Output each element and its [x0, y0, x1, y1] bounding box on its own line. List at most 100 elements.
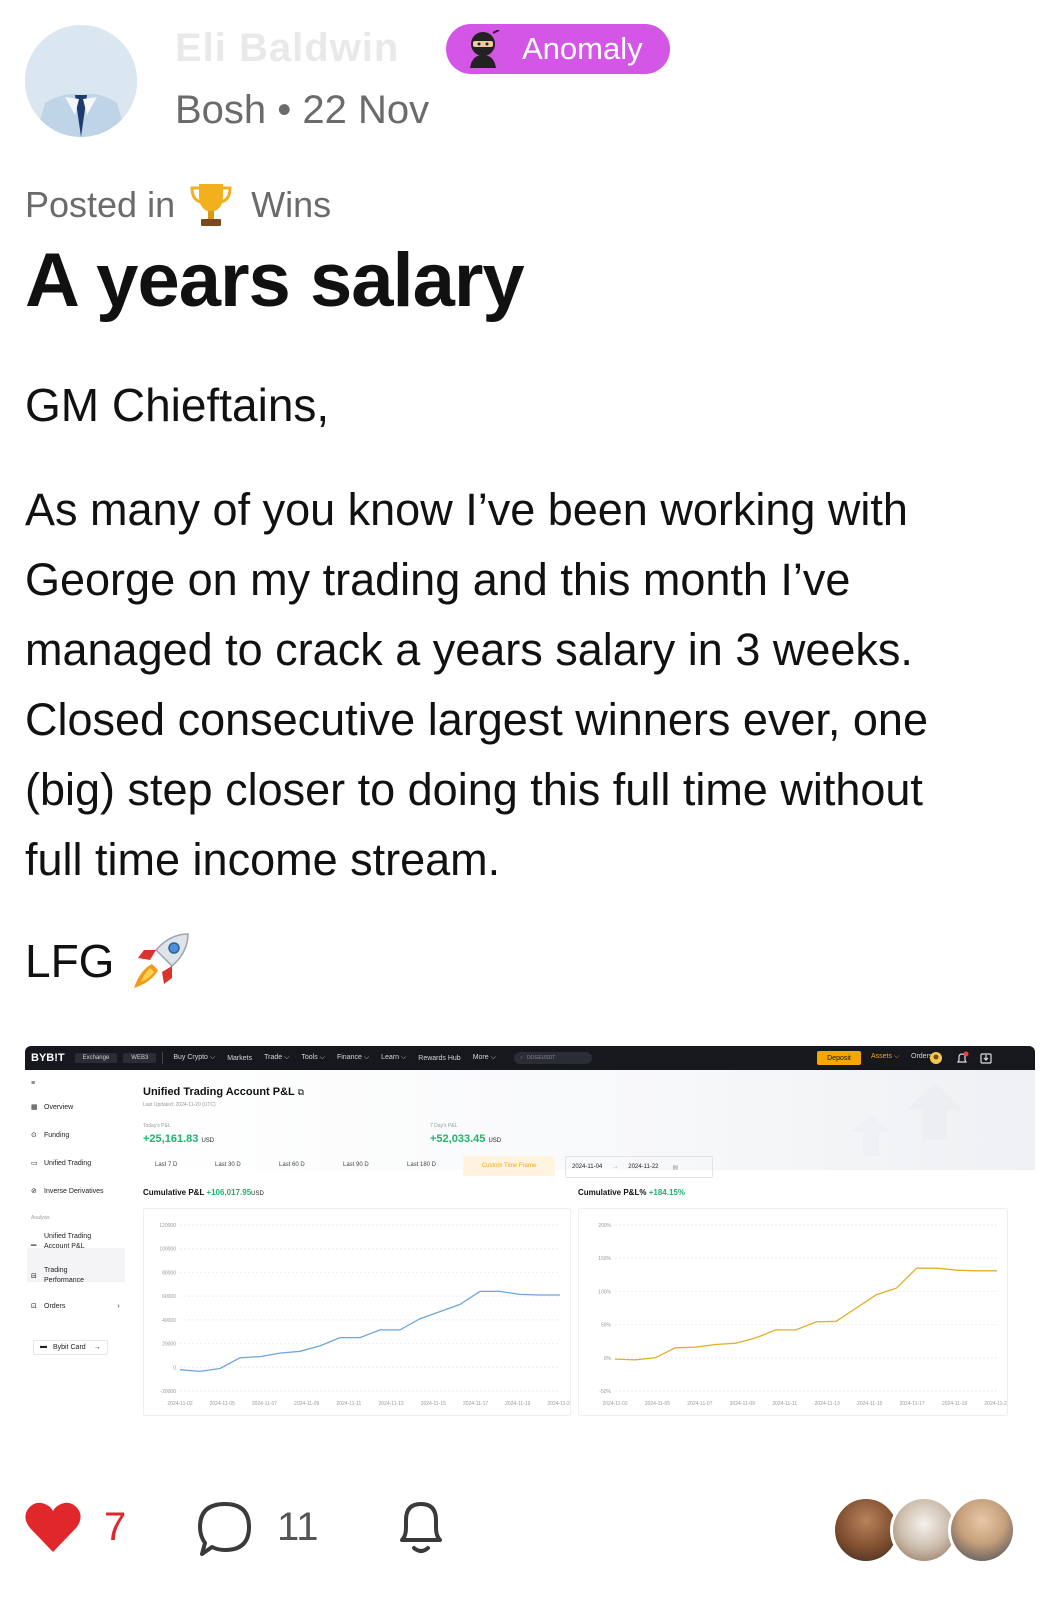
rocket-icon: [134, 933, 190, 988]
ninja-icon: [470, 30, 500, 68]
menu-icon: ≡: [31, 1080, 36, 1087]
y-tick-label: 0: [173, 1365, 176, 1371]
cum-pnl-title: Cumulative P&L: [143, 1188, 205, 1197]
body-line: Closed consecutive largest winners ever,…: [25, 694, 928, 745]
sign-off: LFG: [25, 930, 192, 992]
x-tick-label: 2024-11-17: [463, 1401, 488, 1407]
x-tick-label: 2024-11-17: [900, 1401, 925, 1407]
post-title: A years salary: [25, 238, 525, 323]
body-line: As many of you know I’ve been working wi…: [25, 484, 908, 535]
bybit-sidebar: ≡ ▦ Overview ⊙ Funding ▭ Unified Trading ⊘ I…: [25, 1070, 129, 1464]
date-from: 2024-11-04: [572, 1164, 603, 1170]
x-tick-label: 2024-11-15: [421, 1401, 446, 1407]
x-tick-label: 2024-11-07: [687, 1401, 712, 1407]
nav-segment: Exchange: [74, 1053, 118, 1063]
currency-label: USD: [201, 1138, 215, 1144]
seven-day-pnl-label: 7 Day's P&L: [430, 1123, 458, 1129]
author-name[interactable]: Eli Baldwin: [175, 26, 399, 71]
sidebar-label: Orders: [44, 1303, 66, 1310]
nav-item: More ⌵: [472, 1054, 496, 1061]
author-avatar[interactable]: [25, 25, 137, 137]
nav-item: Learn ⌵: [381, 1054, 407, 1061]
y-tick-label: 60000: [162, 1294, 176, 1300]
comment-icon[interactable]: [196, 1500, 254, 1558]
sidebar-item-trading-performance: ⊟ Trading Performance: [31, 1266, 84, 1286]
y-tick-label: 80000: [162, 1270, 176, 1276]
sidebar-label: Performance: [44, 1277, 85, 1284]
sidebar-label: Unified Trading: [44, 1233, 92, 1240]
chevron-right-icon: ›: [117, 1303, 120, 1310]
page-title-text: Unified Trading Account P&L: [143, 1086, 295, 1098]
x-tick-label: 2024-11-02: [167, 1401, 192, 1407]
sidebar-item-card: ▬ Bybit Card →: [33, 1340, 108, 1355]
category-label[interactable]: Wins: [251, 184, 331, 226]
x-tick-label: 2024-11-21: [547, 1401, 570, 1407]
trophy-icon: [190, 184, 232, 226]
bybit-logo: BYB!T: [31, 1052, 65, 1064]
nav-item: Rewards Hub: [418, 1054, 461, 1062]
decorative-arrows: [851, 1082, 963, 1156]
y-tick-label: 50%: [601, 1323, 612, 1329]
x-tick-label: 2024-11-09: [730, 1401, 755, 1407]
cum-pnl-value: +106,017.95: [206, 1188, 252, 1197]
sidebar-item-unified: ▭ Unified Trading: [31, 1159, 91, 1168]
todays-pnl-number: +25,161.83: [143, 1133, 199, 1145]
deposit-button: Deposit: [817, 1051, 861, 1065]
y-tick-label: 200%: [598, 1223, 611, 1229]
search-placeholder: DOGEUSDT: [526, 1055, 556, 1061]
post-body: As many of you know I’ve been working wi…: [25, 475, 1035, 895]
currency-label: USD: [251, 1191, 264, 1197]
cumulative-pnl-chart: 120000 100000 80000 60000 40000 20000 0 -20000 2…: [143, 1208, 571, 1416]
sidebar-label: Inverse Derivatives: [44, 1188, 104, 1195]
x-tick-label: 2024-11-19: [505, 1401, 530, 1407]
seven-day-pnl-number: +52,033.45: [430, 1133, 486, 1145]
orders-icon: ⊡: [31, 1303, 37, 1310]
cum-pct-title: Cumulative P&L%: [578, 1188, 647, 1197]
seven-day-pnl-value: +52,033.45 USD: [430, 1133, 501, 1145]
bell-icon[interactable]: [394, 1496, 448, 1558]
card-icon: ▬: [40, 1343, 47, 1350]
sidebar-item-account-pnl: ▁ Unified Trading Account P&L: [31, 1232, 91, 1252]
posted-in-label: Posted in: [25, 184, 176, 225]
comment-count[interactable]: 11: [277, 1505, 319, 1550]
sidebar-label: Funding: [44, 1132, 70, 1139]
like-count[interactable]: 7: [104, 1505, 126, 1550]
link-icon: ⊘: [31, 1188, 37, 1195]
participant-avatar[interactable]: [948, 1496, 1016, 1564]
pnl-header: [129, 1070, 1035, 1170]
post-greeting: GM Chieftains,: [25, 379, 330, 431]
y-tick-label: 100000: [159, 1247, 176, 1253]
nav-item: Markets: [227, 1054, 253, 1062]
tab-last-30d: Last 30 D: [215, 1162, 241, 1168]
todays-pnl-value: +25,161.83 USD: [143, 1133, 214, 1145]
category-line: Posted in Wins: [25, 182, 331, 228]
grid-icon: ▦: [31, 1104, 38, 1111]
nav-item: Finance ⌵: [336, 1054, 370, 1061]
x-tick-label: 2024-11-13: [379, 1401, 404, 1407]
account-pnl-title: Unified Trading Account P&L ⧉: [143, 1086, 304, 1098]
download-icon: [980, 1053, 992, 1064]
x-tick-label: 2024-11-05: [210, 1401, 235, 1407]
cumulative-pnl-label: Cumulative P&L +106,017.95USD: [143, 1188, 264, 1197]
sidebar-label: Trading: [44, 1267, 68, 1274]
body-line: managed to crack a years salary in 3 wee…: [25, 624, 913, 675]
sidebar-section-analysis: Analysis: [31, 1215, 50, 1221]
x-tick-label: 2024-11-07: [252, 1401, 277, 1407]
calendar-icon: ▤: [672, 1164, 679, 1171]
series-line: [614, 1267, 997, 1361]
x-tick-label: 2024-11-11: [336, 1401, 361, 1407]
x-tick-label: 2024-11-15: [857, 1401, 882, 1407]
tab-last-180d: Last 180 D: [407, 1162, 437, 1168]
heart-icon[interactable]: [24, 1500, 82, 1554]
sidebar-item-overview: ▦ Overview: [31, 1103, 73, 1112]
y-tick-label: 40000: [162, 1318, 176, 1324]
date-range-picker: 2024-11-04 → 2024-11-22 ▤: [565, 1156, 713, 1178]
y-tick-label: -50%: [599, 1389, 611, 1395]
pct-chart-svg: 200% 150% 100% 50% 0% -50% 2024-11-02 2024-11-0…: [598, 1223, 1007, 1407]
bybit-search: ○ DOGEUSDT: [513, 1052, 592, 1064]
x-tick-label: 2024-11-13: [815, 1401, 840, 1407]
sign-off-text: LFG: [25, 935, 115, 987]
nav-segment: WEB3: [123, 1053, 157, 1063]
embedded-screenshot[interactable]: BYB!T Exchange WEB3 Buy Crypto ⌵ Markets…: [25, 1046, 1035, 1464]
nav-item: Tools ⌵: [301, 1054, 325, 1061]
